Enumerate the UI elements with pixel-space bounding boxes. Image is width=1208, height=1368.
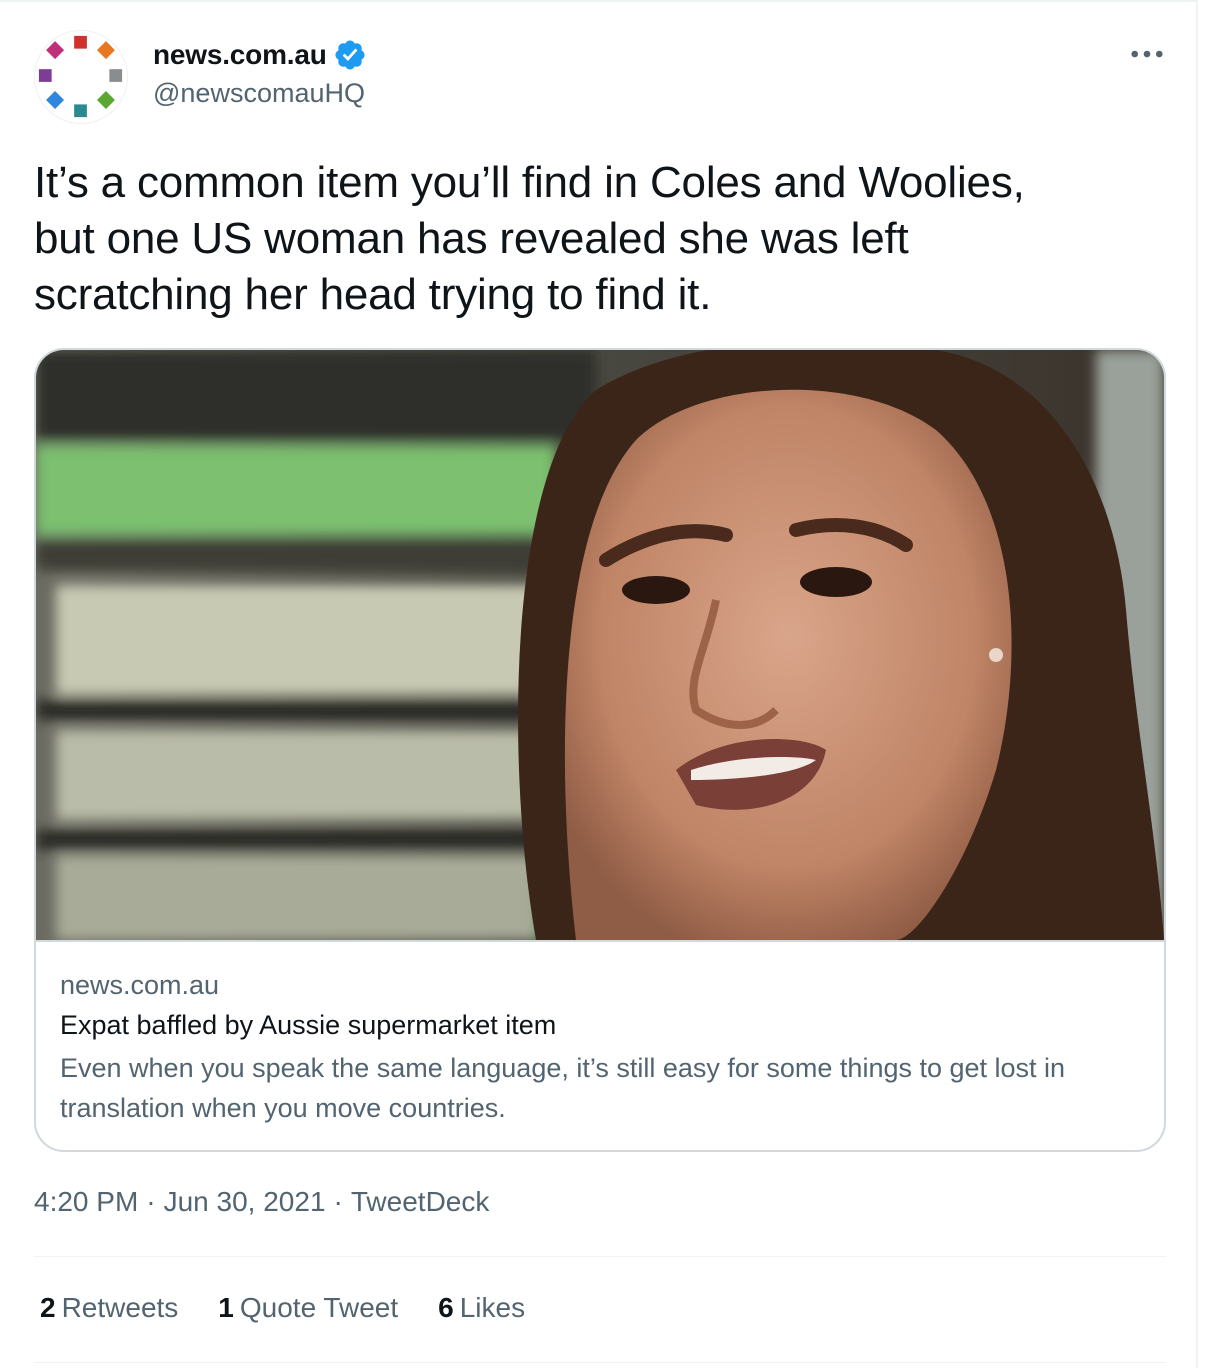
card-image[interactable] — [36, 350, 1164, 942]
quote-tweets-stat[interactable]: 1 Quote Tweet — [218, 1292, 398, 1324]
card-description: Even when you speak the same language, i… — [60, 1053, 1066, 1123]
tweet-date[interactable]: Jun 30, 2021 — [164, 1186, 326, 1218]
divider — [34, 1256, 1166, 1257]
quotes-count: 1 — [218, 1292, 234, 1323]
display-name[interactable]: news.com.au — [153, 39, 327, 71]
tweet-time[interactable]: 4:20 PM — [34, 1186, 138, 1218]
likes-stat[interactable]: 6 Likes — [438, 1292, 525, 1324]
verified-badge-icon — [333, 38, 367, 72]
separator: · — [333, 1186, 343, 1217]
author-handle[interactable]: @newscomauHQ — [153, 78, 365, 109]
author-name-row[interactable]: news.com.au — [153, 37, 367, 73]
newscomau-logo-icon — [38, 35, 123, 118]
divider — [34, 1362, 1166, 1363]
tweet-text: It’s a common item you’ll find in Coles … — [34, 158, 1025, 319]
separator: · — [146, 1186, 156, 1217]
link-card[interactable]: news.com.au Expat baffled by Aussie supe… — [34, 348, 1166, 1152]
retweets-stat[interactable]: 2 Retweets — [40, 1292, 178, 1324]
tweet-source[interactable]: TweetDeck — [351, 1186, 490, 1218]
retweets-label: Retweets — [61, 1292, 179, 1323]
engagement-stats: 2 Retweets 1 Quote Tweet 6 Likes — [40, 1292, 525, 1324]
quotes-label: Quote Tweet — [239, 1292, 399, 1323]
card-title: Expat baffled by Aussie supermarket item — [60, 1010, 557, 1040]
supermarket-woman-image — [36, 350, 1164, 940]
more-horizontal-icon — [1131, 50, 1163, 58]
likes-label: Likes — [459, 1292, 526, 1323]
avatar[interactable] — [34, 30, 128, 124]
tweet-metadata: 4:20 PM · Jun 30, 2021 · TweetDeck — [34, 1186, 489, 1218]
card-domain: news.com.au — [60, 970, 220, 1000]
more-options-button[interactable] — [1125, 36, 1169, 72]
retweets-count: 2 — [40, 1292, 56, 1323]
likes-count: 6 — [438, 1292, 454, 1323]
